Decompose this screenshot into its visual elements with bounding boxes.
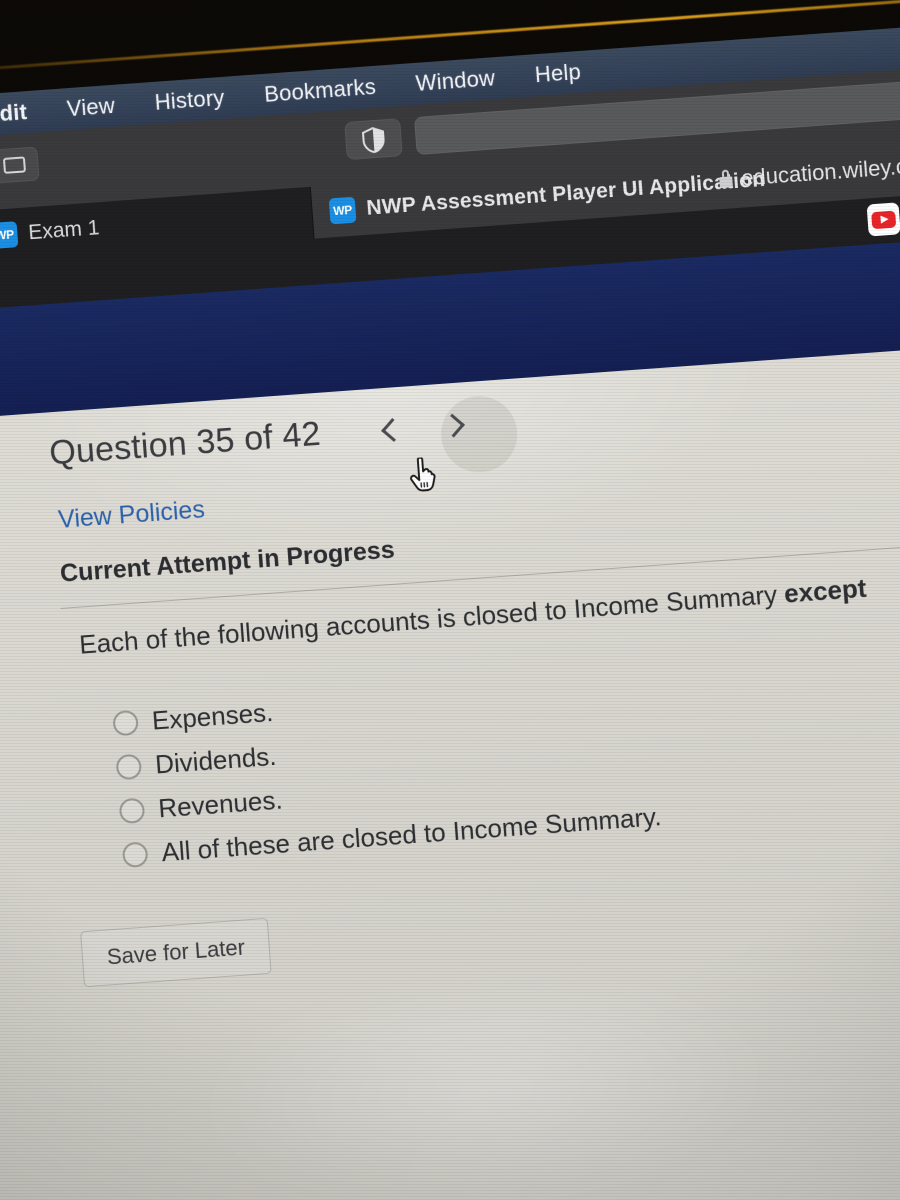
answer-option-label: Expenses. [150,696,275,736]
lock-icon [719,175,733,188]
menu-item-view[interactable]: View [66,93,116,122]
privacy-shield-button[interactable] [344,118,403,161]
tab-title: Exam 1 [27,216,101,245]
question-prompt-emphasis: except [783,572,868,609]
attempt-status: Current Attempt in Progress [59,535,396,588]
answer-options: Expenses. Dividends. Revenues. All of th… [112,669,662,871]
question-prompt-text: Each of the following accounts is closed… [78,578,786,660]
chevron-left-icon[interactable] [377,415,405,443]
youtube-icon [866,202,900,237]
menu-item-window[interactable]: Window [415,65,496,97]
answer-option-label: Revenues. [157,784,284,824]
mouse-cursor-pointing-hand [410,456,436,492]
menu-item-help[interactable]: Help [534,59,582,88]
assessment-page: Question 35 of 42 View Policies Current … [0,341,900,1200]
shield-icon [361,127,385,154]
menu-item-bookmarks[interactable]: Bookmarks [263,74,376,108]
view-policies-link[interactable]: View Policies [57,495,206,535]
radio-button[interactable] [112,709,139,737]
radio-button[interactable] [115,753,143,781]
sidebar-icon [2,156,27,174]
menu-item-edit[interactable]: Edit [0,99,28,128]
tab-favicon-wp: WP [0,221,19,249]
save-for-later-button[interactable]: Save for Later [80,917,272,988]
answer-option-label: Dividends. [154,740,278,780]
photo-of-laptop-screen: Edit View History Bookmarks Window Help … [0,0,900,1200]
sidebar-toggle-button[interactable] [0,146,40,184]
menu-item-history[interactable]: History [154,85,226,116]
bookmark-item[interactable]: AX [866,200,900,237]
question-header: Question 35 of 42 [48,393,520,475]
radio-button[interactable] [121,841,149,869]
tab-favicon-wp: WP [328,196,357,225]
chevron-right-icon[interactable] [437,411,465,439]
question-counter: Question 35 of 42 [48,414,322,473]
radio-button[interactable] [118,797,146,825]
screen-content: Edit View History Bookmarks Window Help … [0,20,900,1200]
question-navigation [377,393,520,475]
